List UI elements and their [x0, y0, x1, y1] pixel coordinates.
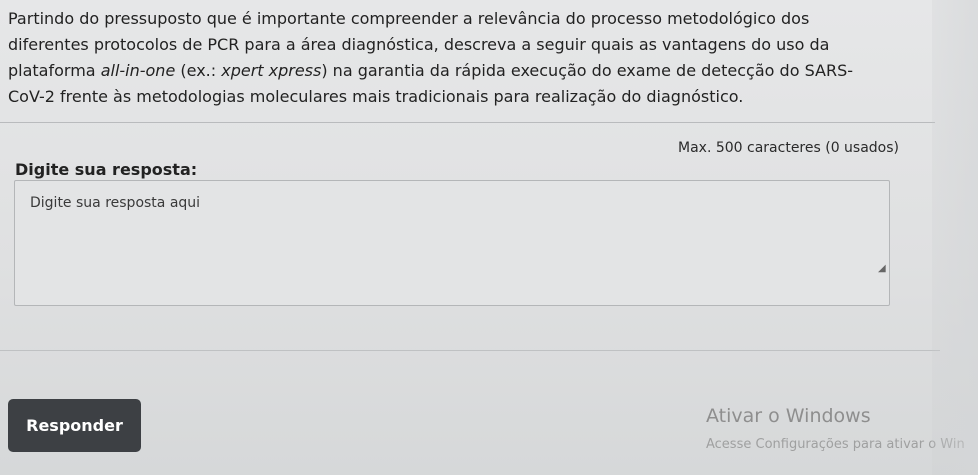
question-part-2: (ex.:: [175, 61, 222, 80]
answer-label: Digite sua resposta:: [15, 160, 198, 179]
resize-grip-icon[interactable]: ◢: [878, 264, 888, 274]
windows-activation-title: Ativar o Windows: [706, 405, 871, 427]
divider: [0, 350, 940, 351]
submit-button[interactable]: Responder: [8, 399, 141, 452]
question-text: Partindo do pressuposto que é importante…: [8, 6, 888, 110]
screen-edge: [932, 0, 978, 475]
windows-activation-subtitle: Acesse Configurações para ativar o Win: [706, 437, 965, 452]
page: Partindo do pressuposto que é importante…: [0, 0, 978, 475]
question-italic-all-in-one: all-in-one: [100, 61, 176, 80]
answer-textarea[interactable]: [14, 180, 890, 306]
question-italic-xpert: xpert xpress: [221, 61, 322, 80]
char-counter: Max. 500 caracteres (0 usados): [678, 140, 900, 156]
divider: [0, 122, 935, 123]
